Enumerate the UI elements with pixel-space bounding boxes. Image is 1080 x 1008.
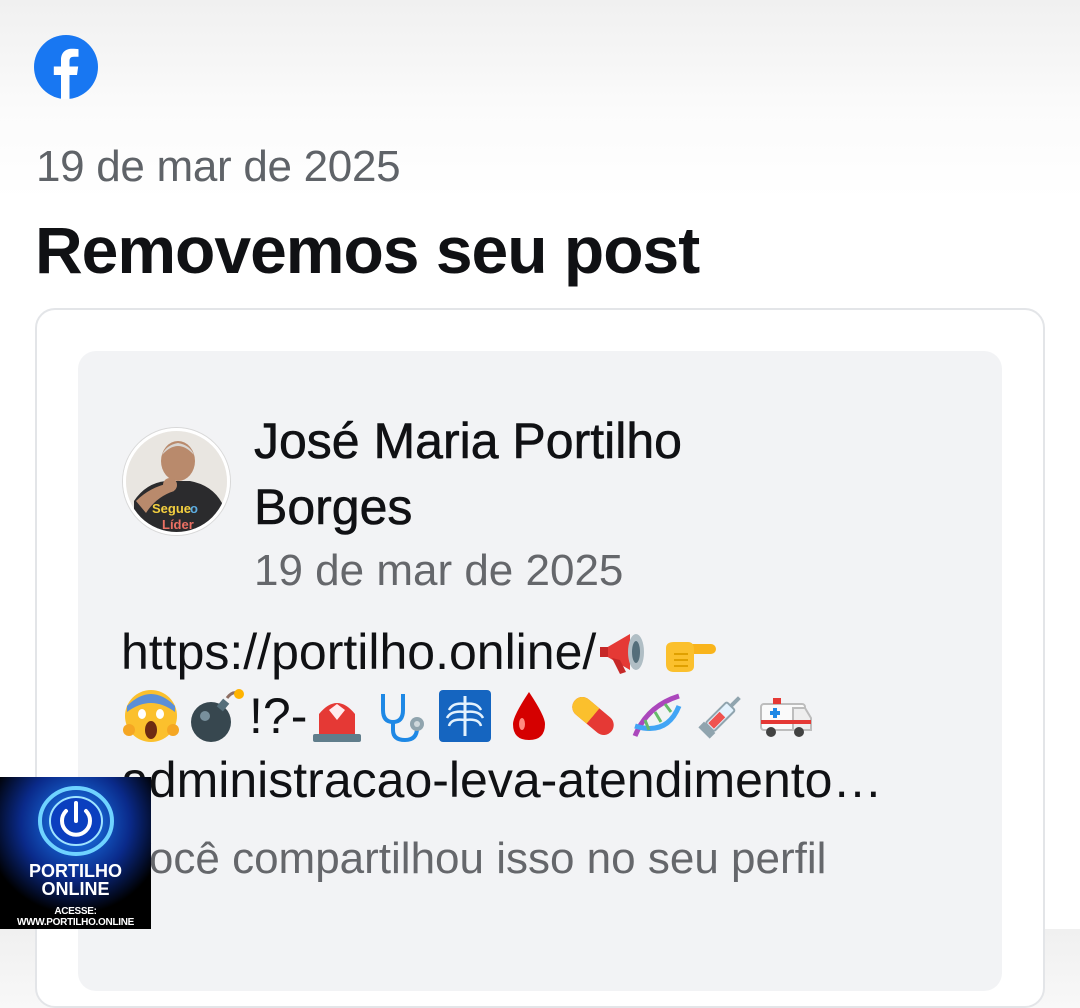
author-name-line2: Borges (254, 479, 413, 536)
stethoscope-icon (371, 686, 431, 746)
power-button-icon (36, 785, 116, 857)
link-line-2-text: !?- (249, 688, 308, 744)
link-line-3: administracao-leva-atendimento… (121, 752, 883, 808)
notification-date: 19 de mar de 2025 (36, 142, 401, 191)
facebook-logo-icon (34, 35, 98, 99)
megaphone-icon (596, 622, 656, 682)
page-title: Removemos seu post (35, 213, 700, 287)
watermark-subtitle: ONLINE (41, 879, 110, 899)
pointing-hand-icon (660, 622, 720, 682)
svg-text:o: o (190, 501, 198, 516)
watermark-title: PORTILHO (29, 861, 122, 881)
screaming-face-icon (121, 686, 181, 746)
svg-text:Segue: Segue (152, 501, 191, 516)
pill-icon (563, 686, 623, 746)
syringe-icon (691, 686, 751, 746)
ambulance-icon (755, 686, 815, 746)
dna-icon (627, 686, 687, 746)
post-date: 19 de mar de 2025 (254, 546, 624, 595)
drop-of-blood-icon (499, 686, 559, 746)
author-name-line1: José Maria Portilho (254, 413, 683, 470)
rotating-light-icon (307, 686, 367, 746)
bomb-icon (185, 686, 245, 746)
link-line-1: https://portilho.online/ (121, 624, 597, 680)
svg-text:Líder: Líder (162, 517, 194, 532)
post-author-name[interactable]: José Maria Portilho Borges (254, 408, 954, 540)
post-link-text[interactable]: https://portilho.online/ !?- administrac… (121, 620, 981, 812)
avatar[interactable]: Segue o Líder (123, 428, 230, 535)
x-ray-icon (435, 686, 495, 746)
watermark-url: ACESSE: WWW.PORTILHO.ONLINE (16, 906, 135, 928)
shared-note: Você compartilhou isso no seu perfil (122, 834, 827, 883)
